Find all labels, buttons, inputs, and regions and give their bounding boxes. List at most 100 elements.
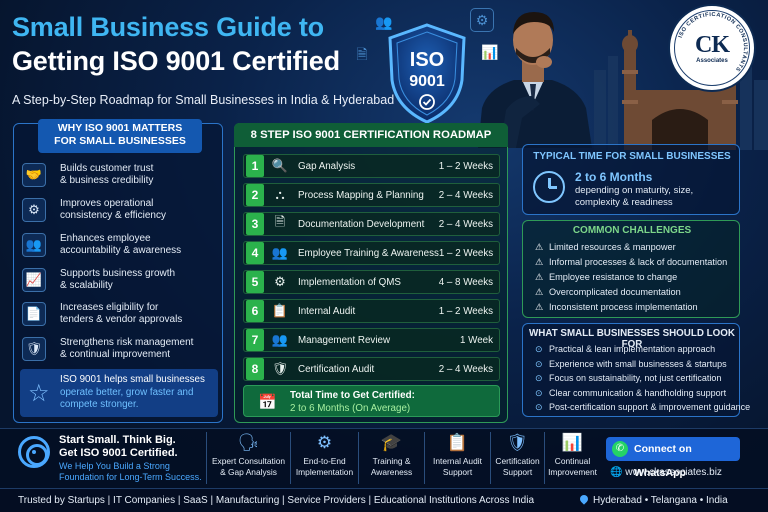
title-line-2: Getting ISO 9001 Certified xyxy=(12,46,340,76)
handshake-icon: 🤝 xyxy=(22,163,46,187)
step-number: 5 xyxy=(246,271,264,293)
typical-time-panel: TYPICAL TIME FOR SMALL BUSINESSES 2 to 6… xyxy=(522,144,740,215)
roadmap-step: 1 🔍 Gap Analysis 1 – 2 Weeks xyxy=(243,154,500,178)
gear-icon: ⚙ xyxy=(22,198,46,222)
challenges-heading: COMMON CHALLENGES xyxy=(572,225,692,236)
service-line-2: Implementation xyxy=(295,466,354,477)
why-footer-line-1: ISO 9001 helps small businesses xyxy=(60,374,205,385)
badge-9001-text: 9001 xyxy=(409,73,445,90)
step-name: Employee Training & Awareness xyxy=(298,247,439,259)
improvement-chart-icon: 📊 xyxy=(561,433,584,452)
why-footer-line-2: operate better, grow faster and xyxy=(60,386,194,398)
step-name: Documentation Development xyxy=(298,218,425,230)
why-item-line-1: Supports business growth xyxy=(60,267,176,279)
warning-icon: ⚠ xyxy=(535,257,544,267)
meeting-icon: 👥 xyxy=(271,332,289,347)
why-item-line-1: Builds customer trust xyxy=(60,162,154,174)
step-number: 6 xyxy=(246,300,264,322)
total-time-box: 📅 Total Time to Get Certified: 2 to 6 Mo… xyxy=(243,385,500,417)
step-number: 7 xyxy=(246,329,264,351)
ck-associates-logo: ISO CERTIFICATION CONSULTANTS CK Associa… xyxy=(668,4,756,92)
service-line-2: & Gap Analysis xyxy=(220,466,277,477)
warning-icon: ⚠ xyxy=(535,287,544,297)
step-name: Internal Audit xyxy=(298,305,356,317)
step-duration: 4 – 8 Weeks xyxy=(438,276,493,288)
location-text: Hyderabad • Telangana • India xyxy=(578,493,728,506)
website-text: www.ckassociates.biz xyxy=(625,467,722,478)
why-item-line-1: Enhances employee xyxy=(60,232,151,244)
why-item-line-2: accountability & awareness xyxy=(60,245,182,256)
challenge-text: Inconsistent process implementation xyxy=(549,302,698,312)
roadmap-step: 4 👥 Employee Training & Awareness 1 – 2 … xyxy=(243,241,500,265)
logo-subtext: Associates xyxy=(696,58,728,64)
service-line-1: Certification xyxy=(495,456,540,466)
typical-time-heading: TYPICAL TIME FOR SMALL BUSINESSES xyxy=(533,151,731,162)
whatsapp-button[interactable]: ✆ Connect on WhatsApp xyxy=(606,437,740,479)
roadmap-step: 7 👥 Management Review 1 Week xyxy=(243,328,500,352)
service-item: 📋 Internal Audit Support xyxy=(424,432,490,484)
service-item: ⚙ End-to-End Implementation xyxy=(290,432,358,484)
challenge-text: Informal processes & lack of documentati… xyxy=(549,257,728,267)
typical-time-value: 2 to 6 Months xyxy=(575,170,653,184)
total-time-label: Total Time to Get Certified: xyxy=(290,390,415,401)
iso-shield-badge: ISO 9001 xyxy=(388,23,466,124)
service-line-2: Support xyxy=(442,466,473,477)
look-for-panel: WHAT SMALL BUSINESSES SHOULD LOOK FOR ⊙ P… xyxy=(522,323,750,417)
step-number: 4 xyxy=(246,242,264,264)
step-number: 2 xyxy=(246,184,264,206)
why-item: ⚙ Improves operational consistency & effi… xyxy=(22,193,218,227)
step-duration: 2 – 4 Weeks xyxy=(438,218,493,230)
why-item-line-2: tenders & vendor approvals xyxy=(60,314,183,325)
look-for-text: Practical & lean implementation approach xyxy=(549,344,716,354)
service-line-2: Support xyxy=(502,466,533,477)
website-link[interactable]: 🌐 www.ckassociates.biz xyxy=(610,467,722,478)
shield-check-icon: 🛡 xyxy=(22,337,46,361)
look-for-item: ⊙ Focus on sustainability, not just certi… xyxy=(535,373,721,384)
step-name: Process Mapping & Planning xyxy=(298,189,424,201)
step-duration: 2 – 4 Weeks xyxy=(438,189,493,201)
roadmap-step: 3 🗎 Documentation Development 2 – 4 Week… xyxy=(243,212,500,236)
check-circle-icon: ⊙ xyxy=(535,402,543,412)
service-item: 🛡 Certification Support xyxy=(490,432,544,484)
badge-iso-text: ISO xyxy=(410,49,444,71)
globe-icon: 🌐 xyxy=(610,467,623,478)
footer-bar: Trusted by Startups | IT Companies | Saa… xyxy=(0,488,768,512)
step-name: Management Review xyxy=(298,334,391,346)
why-item-line-1: Increases eligibility for xyxy=(60,301,159,313)
document-icon: 📄 xyxy=(22,302,46,326)
certification-shield-icon: 🛡 xyxy=(506,433,529,452)
location-pin-icon xyxy=(578,493,590,505)
why-item-line-2: consistency & efficiency xyxy=(60,210,166,221)
why-item: 🤝 Builds customer trust & business credib… xyxy=(22,158,218,192)
why-item: 👥 Enhances employee accountability & awar… xyxy=(22,228,218,262)
check-circle-icon: ⊙ xyxy=(535,373,543,383)
service-line-1: Continual xyxy=(554,456,591,466)
challenge-item: ⚠ Overcomplicated documentation xyxy=(535,287,681,298)
logo-initials: CK xyxy=(695,32,730,58)
step-name: Implementation of QMS xyxy=(298,276,401,288)
why-item: 🛡 Strengthens risk management & continual… xyxy=(22,332,218,366)
service-line-1: Expert Consultation xyxy=(211,456,286,466)
why-iso-heading: WHY ISO 9001 MATTERS FOR SMALL BUSINESSE… xyxy=(38,119,202,153)
whatsapp-icon: ✆ xyxy=(612,441,628,457)
service-line-1: Internal Audit xyxy=(433,456,482,466)
magnifier-icon: 🔍 xyxy=(271,158,289,173)
look-for-item: ⊙ Clear communication & handholding suppo… xyxy=(535,388,726,399)
service-line-1: End-to-End xyxy=(303,456,346,466)
why-item-line-2: & business credibility xyxy=(60,175,154,186)
typical-time-line-1: depending on maturity, size, xyxy=(575,185,694,196)
step-duration: 1 Week xyxy=(459,334,493,346)
why-footer-line-3: compete stronger. xyxy=(60,399,139,410)
warning-icon: ⚠ xyxy=(535,302,544,312)
challenge-text: Employee resistance to change xyxy=(549,272,678,282)
check-circle-icon: ⊙ xyxy=(535,344,543,354)
why-iso-footer: ☆ ISO 9001 helps small businesses operat… xyxy=(20,369,218,417)
typical-time-line-2: complexity & readiness xyxy=(575,196,673,208)
challenge-item: ⚠ Informal processes & lack of documentat… xyxy=(535,257,727,268)
checklist-icon: 📋 xyxy=(271,303,289,318)
audit-clipboard-icon: 📋 xyxy=(446,433,469,452)
clock-icon xyxy=(533,171,565,203)
growth-chart-icon: 📈 xyxy=(22,268,46,292)
look-for-text: Clear communication & handholding suppor… xyxy=(549,387,727,398)
warning-icon: ⚠ xyxy=(535,242,544,252)
